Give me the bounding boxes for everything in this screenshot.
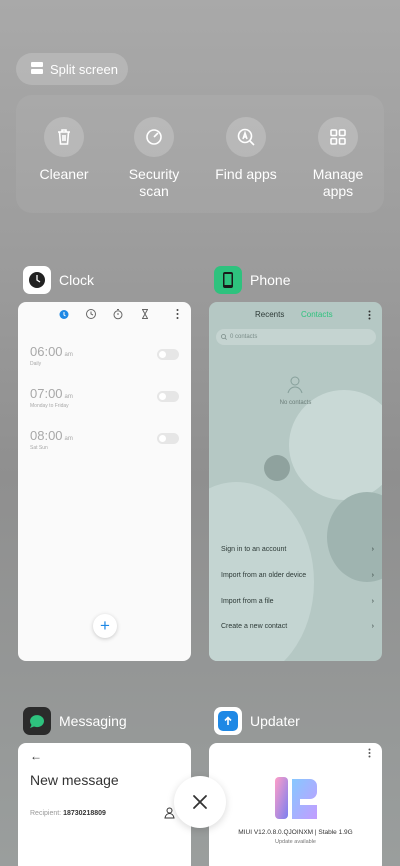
messaging-app-header[interactable]: Messaging bbox=[23, 707, 127, 735]
recipient-field[interactable]: Recipient: 18730218809 bbox=[30, 810, 106, 817]
contact-person-icon bbox=[164, 806, 175, 824]
find-apps-button[interactable]: Find apps bbox=[200, 95, 292, 183]
chevron-right-icon: › bbox=[371, 572, 374, 579]
clear-all-button[interactable] bbox=[174, 776, 226, 828]
manage-apps-label: Manage apps bbox=[312, 166, 364, 199]
phone-app-name: Phone bbox=[250, 272, 291, 288]
tab-recents[interactable]: Recents bbox=[255, 310, 284, 319]
stopwatch-tab-icon bbox=[113, 309, 123, 320]
back-arrow-icon: ← bbox=[30, 749, 42, 763]
security-scan-button[interactable]: Security scan bbox=[108, 95, 200, 200]
grid-icon bbox=[330, 129, 346, 145]
chevron-right-icon: › bbox=[371, 623, 374, 630]
clock-app-header[interactable]: Clock bbox=[23, 266, 94, 294]
find-apps-label: Find apps bbox=[215, 166, 277, 182]
alarm-toggle[interactable] bbox=[157, 349, 179, 360]
updater-app-name: Updater bbox=[250, 713, 300, 729]
chevron-right-icon: › bbox=[371, 546, 374, 553]
clock-app-icon bbox=[23, 266, 51, 294]
chevron-right-icon: › bbox=[371, 598, 374, 605]
phone-app-card[interactable]: Recents Contacts 0 contacts No contacts … bbox=[209, 302, 382, 661]
more-options-icon bbox=[368, 748, 371, 758]
list-item[interactable]: Create a new contact › bbox=[221, 623, 374, 630]
quick-tools-panel: Cleaner Security scan Find apps Manage a… bbox=[16, 95, 384, 213]
messaging-app-icon bbox=[23, 707, 51, 735]
no-contacts-text: No contacts bbox=[279, 400, 312, 406]
messaging-app-name: Messaging bbox=[59, 713, 127, 729]
messaging-app-card[interactable]: ← New message Recipient: 18730218809 bbox=[18, 743, 191, 866]
phone-app-icon bbox=[214, 266, 242, 294]
timer-tab-icon bbox=[142, 309, 148, 319]
list-item[interactable]: Import from a file › bbox=[221, 598, 374, 605]
security-scan-label: Security scan bbox=[128, 166, 180, 199]
manage-apps-button[interactable]: Manage apps bbox=[292, 95, 384, 200]
miui-12-logo bbox=[273, 775, 319, 826]
add-alarm-button[interactable]: + bbox=[93, 614, 117, 638]
split-screen-label: Split screen bbox=[50, 61, 118, 77]
more-options-icon bbox=[176, 309, 179, 319]
updater-app-card[interactable]: MIUI V12.0.8.0.QJOINXM | Stable 1.9G Upd… bbox=[209, 743, 382, 866]
alarm-item[interactable]: 06:00 am Daily bbox=[30, 344, 73, 367]
alarm-toggle[interactable] bbox=[157, 391, 179, 402]
new-message-title: New message bbox=[30, 772, 119, 788]
decorative-bubble bbox=[327, 492, 382, 582]
list-item[interactable]: Import from an older device › bbox=[221, 572, 374, 579]
cleaner-button[interactable]: Cleaner bbox=[18, 95, 110, 183]
contacts-search-input[interactable]: 0 contacts bbox=[216, 329, 376, 345]
alarm-tab-icon bbox=[59, 310, 69, 319]
more-options-icon bbox=[368, 310, 371, 320]
decorative-bubble bbox=[289, 390, 382, 500]
split-screen-button[interactable]: Split screen bbox=[16, 53, 128, 85]
miui-version-text: MIUI V12.0.8.0.QJOINXM | Stable 1.9G bbox=[238, 829, 353, 836]
security-scan-icon bbox=[146, 129, 162, 145]
updater-app-header[interactable]: Updater bbox=[214, 707, 300, 735]
world-clock-tab-icon bbox=[86, 309, 96, 319]
search-icon bbox=[221, 334, 227, 340]
tab-contacts[interactable]: Contacts bbox=[301, 310, 333, 319]
cleaner-label: Cleaner bbox=[39, 166, 89, 182]
alarm-item[interactable]: 07:00 am Monday to Friday bbox=[30, 386, 73, 409]
alarm-item[interactable]: 08:00 am Sat Sun bbox=[30, 428, 73, 451]
contact-person-icon bbox=[287, 376, 303, 399]
split-screen-icon bbox=[30, 61, 44, 78]
trash-icon bbox=[58, 129, 70, 145]
phone-app-header[interactable]: Phone bbox=[214, 266, 290, 294]
clock-app-card[interactable]: 06:00 am Daily 07:00 am Monday to Friday 0… bbox=[18, 302, 191, 661]
list-item[interactable]: Sign in to an account › bbox=[221, 546, 374, 553]
clock-app-name: Clock bbox=[59, 272, 95, 288]
updater-app-icon bbox=[214, 707, 242, 735]
decorative-bubble bbox=[264, 455, 290, 481]
alarm-toggle[interactable] bbox=[157, 433, 179, 444]
find-apps-icon bbox=[237, 128, 255, 146]
update-status-text: Update available bbox=[275, 839, 316, 845]
close-icon bbox=[193, 795, 207, 809]
